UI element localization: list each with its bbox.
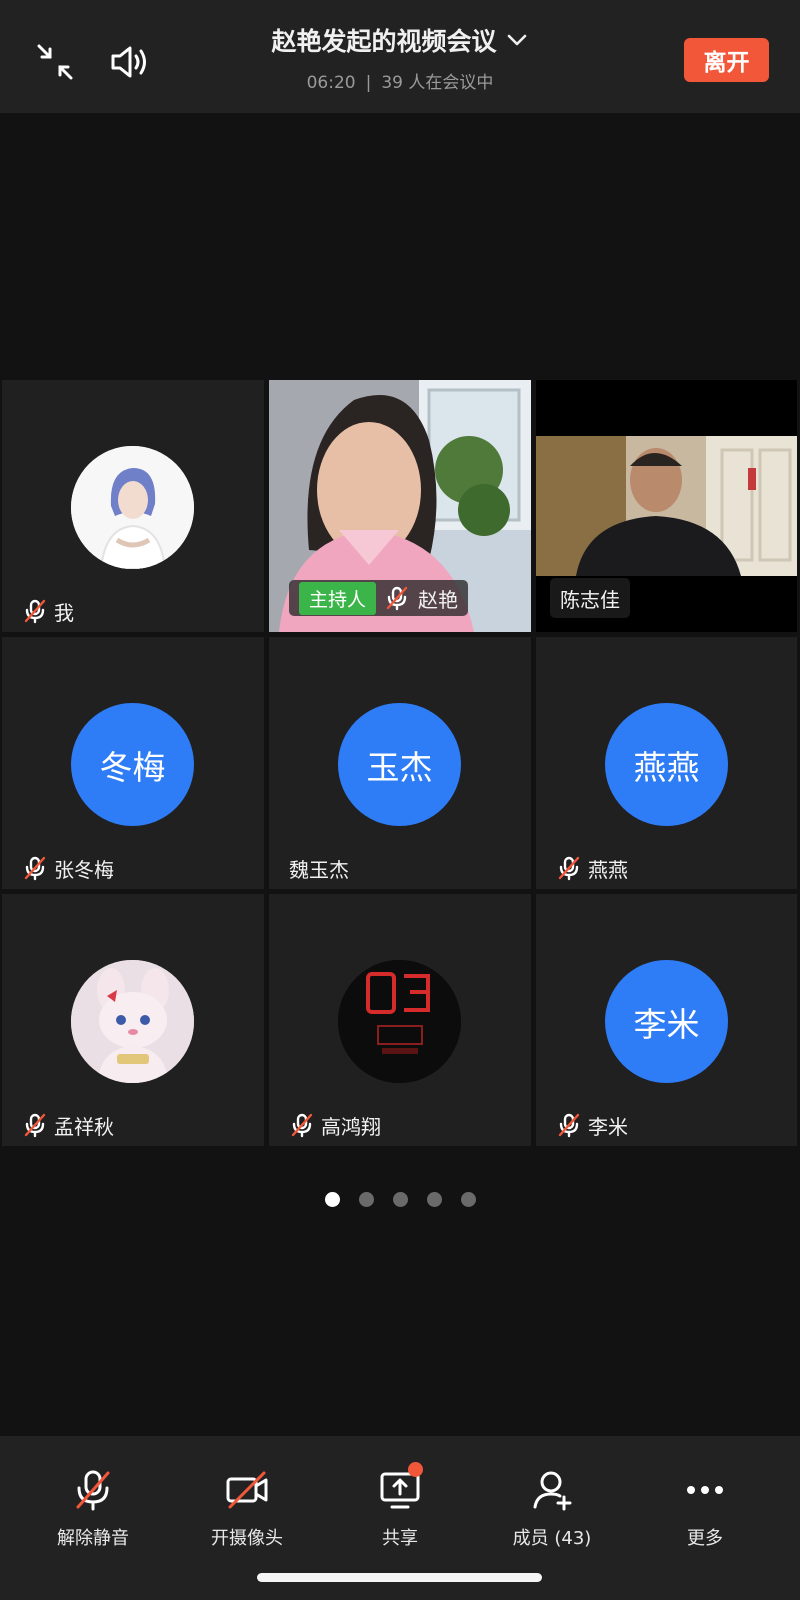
share-button[interactable]: 共享	[325, 1462, 475, 1550]
participant-tile-zhangdongmei[interactable]: 冬梅 张冬梅	[2, 637, 264, 889]
meeting-title-text: 赵艳发起的视频会议	[271, 27, 497, 56]
participant-name: 我	[54, 600, 74, 625]
participant-name: 魏玉杰	[289, 857, 349, 882]
mic-off-icon	[556, 1112, 582, 1138]
text-avatar: 玉杰	[338, 703, 461, 826]
page-dot-5[interactable]	[460, 1192, 476, 1207]
text-avatar: 李米	[605, 960, 728, 1083]
page-dot-2[interactable]	[358, 1192, 374, 1207]
text-avatar: 燕燕	[605, 703, 728, 826]
participant-tile-mengxiangqiu[interactable]: 孟祥秋	[2, 894, 264, 1146]
mic-off-icon	[22, 855, 48, 881]
participant-tile-limi[interactable]: 李米 李米	[536, 894, 797, 1146]
members-label: 成员 (43)	[512, 1528, 592, 1549]
camera-label: 开摄像头	[211, 1528, 283, 1549]
host-tag: 主持人	[299, 581, 377, 615]
participant-count: 39 人在会议中	[381, 73, 494, 93]
neon-03-avatar	[338, 960, 461, 1083]
participant-name: 高鸿翔	[321, 1114, 381, 1139]
participant-name: 陈志佳	[560, 587, 620, 612]
unmute-label: 解除静音	[57, 1528, 129, 1549]
participant-tile-me[interactable]: 我	[2, 380, 264, 632]
host-name-badge: 主持人 赵艳	[289, 580, 469, 616]
page-indicator	[0, 1192, 800, 1207]
meeting-header: 赵艳发起的视频会议 06:20 | 39 人在会议中 离开	[0, 0, 800, 113]
plush-toy-avatar	[71, 960, 194, 1083]
woman-portrait-avatar	[71, 446, 194, 569]
mic-off-icon	[22, 1112, 48, 1138]
participant-name: 燕燕	[588, 857, 628, 882]
participant-name: 赵艳	[418, 587, 459, 612]
more-button[interactable]: 更多	[630, 1466, 780, 1550]
participant-name: 李米	[588, 1114, 628, 1139]
mic-off-icon	[76, 1470, 110, 1511]
leave-button[interactable]: 离开	[684, 38, 769, 82]
share-label: 共享	[382, 1528, 418, 1549]
participant-name: 孟祥秋	[54, 1114, 114, 1139]
home-indicator[interactable]	[257, 1573, 542, 1582]
participant-name: 张冬梅	[54, 857, 114, 882]
status-separator: |	[365, 73, 372, 93]
participant-name-box: 陈志佳	[550, 578, 630, 618]
members-button[interactable]: 成员 (43)	[477, 1466, 627, 1550]
participant-tile-weiyujie[interactable]: 玉杰 魏玉杰	[269, 637, 531, 889]
participant-tile-yanyan[interactable]: 燕燕 燕燕	[536, 637, 797, 889]
page-dot-1[interactable]	[324, 1192, 340, 1207]
mic-off-icon	[384, 585, 410, 611]
camera-off-icon	[226, 1471, 268, 1509]
participant-grid: 我 主持人 赵艳 陈志佳 冬梅 张冬梅 玉杰 魏玉杰 燕燕 燕燕 孟祥秋 高鸿翔…	[2, 380, 799, 1146]
page-dot-3[interactable]	[392, 1192, 408, 1207]
notification-dot	[408, 1462, 423, 1477]
meeting-title[interactable]: 赵艳发起的视频会议	[271, 22, 528, 58]
more-dots-icon	[687, 1486, 723, 1494]
elapsed-time: 06:20	[306, 73, 356, 93]
chevron-down-icon	[507, 34, 526, 46]
participant-tile-gaohongxiang[interactable]: 高鸿翔	[269, 894, 531, 1146]
meeting-status: 06:20 | 39 人在会议中	[0, 68, 800, 93]
more-label: 更多	[687, 1528, 723, 1549]
mic-off-icon	[289, 1112, 315, 1138]
unmute-button[interactable]: 解除静音	[18, 1466, 168, 1550]
text-avatar: 冬梅	[71, 703, 194, 826]
mic-off-icon	[556, 855, 582, 881]
camera-button[interactable]: 开摄像头	[172, 1466, 322, 1550]
mic-off-icon	[22, 598, 48, 624]
participant-tile-zhaoyan[interactable]: 主持人 赵艳	[269, 380, 531, 632]
page-dot-4[interactable]	[426, 1192, 442, 1207]
add-member-icon	[533, 1471, 572, 1511]
participant-tile-chenzhijia[interactable]: 陈志佳	[536, 380, 797, 632]
